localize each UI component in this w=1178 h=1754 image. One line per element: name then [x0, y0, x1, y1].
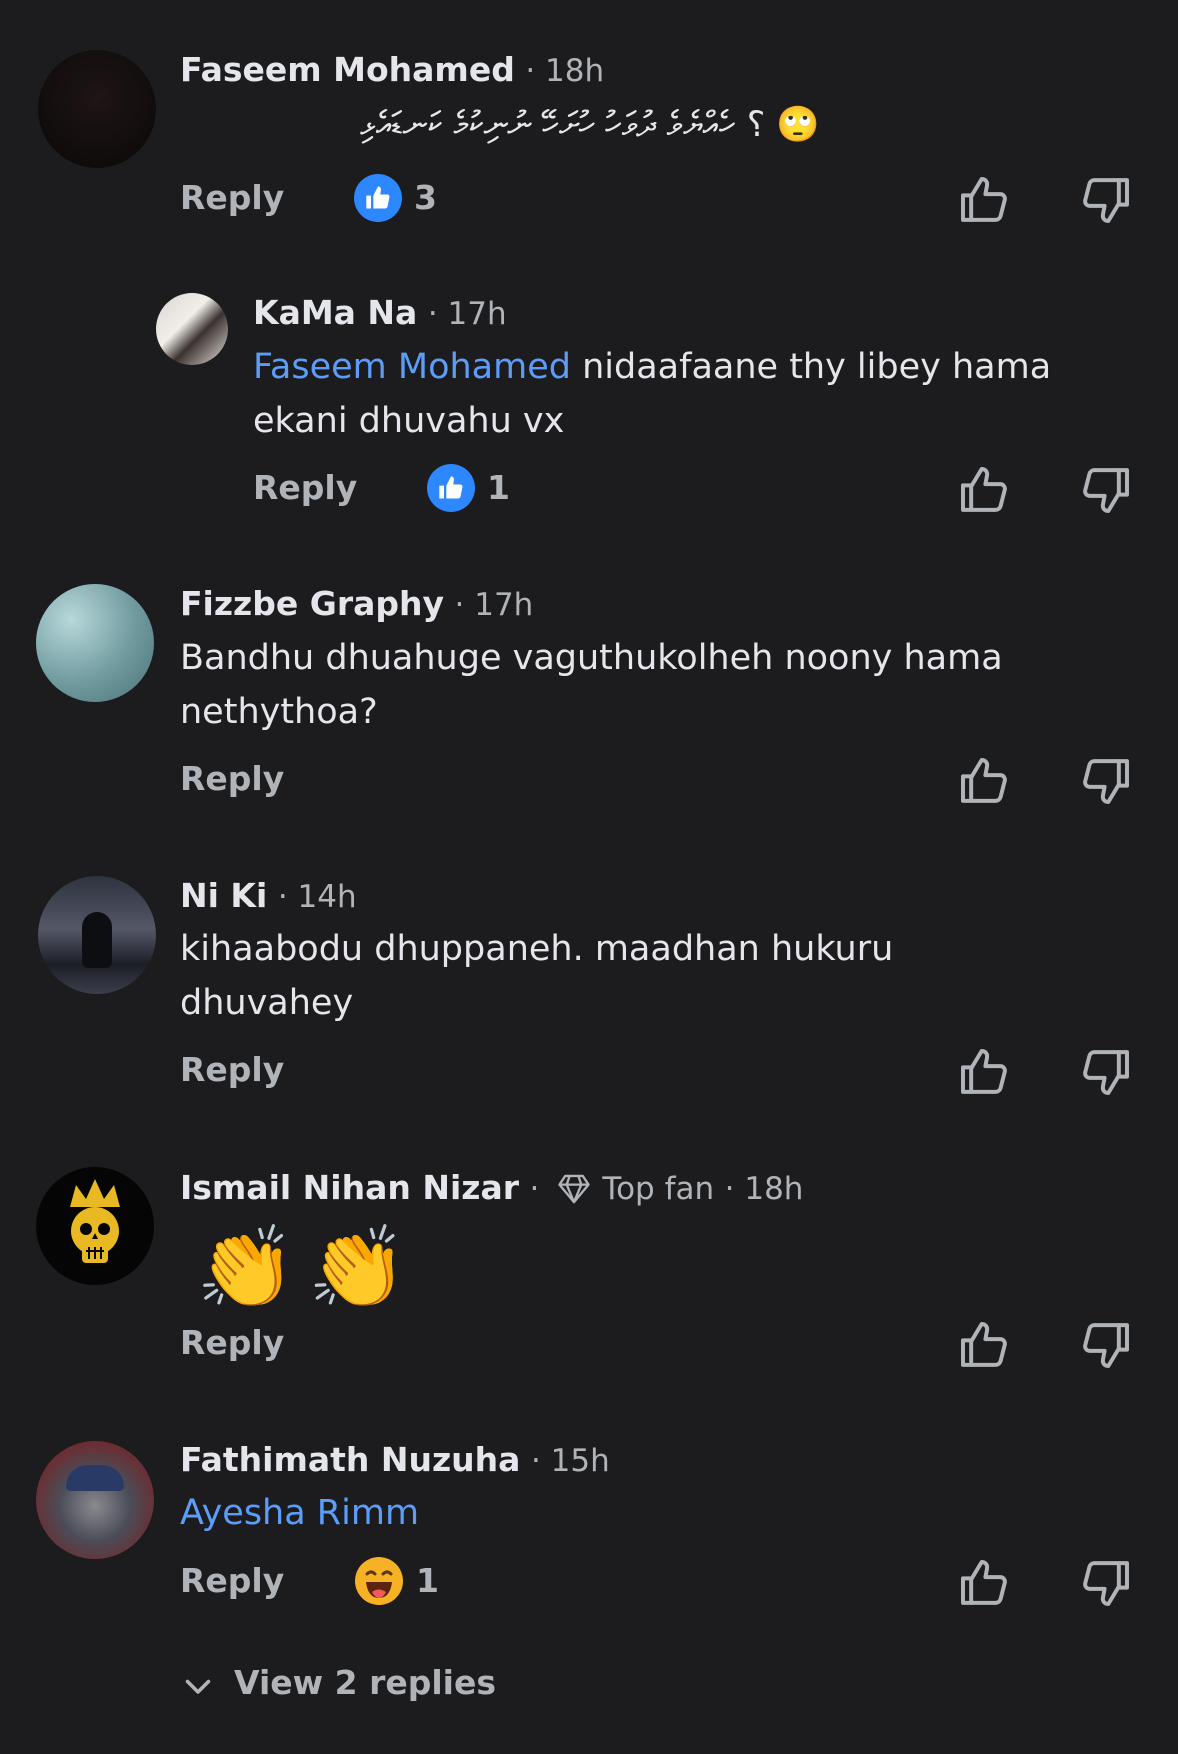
- thumbs-down-icon[interactable]: [1078, 1555, 1134, 1611]
- comment-author[interactable]: Fathimath Nuzuha: [180, 1440, 520, 1479]
- thumbs-down-icon[interactable]: [1078, 753, 1134, 809]
- like-reaction-icon: [354, 174, 402, 222]
- clapping-hands-emoji: 👏: [196, 1221, 296, 1314]
- avatar[interactable]: [36, 584, 154, 702]
- thumbs-up-icon[interactable]: [956, 172, 1012, 228]
- top-fan-badge: Top fan: [602, 1171, 715, 1207]
- comment-time: · 18h: [525, 53, 605, 89]
- thumbs-down-icon[interactable]: [1078, 172, 1134, 228]
- avatar[interactable]: [36, 1167, 154, 1285]
- avatar[interactable]: [36, 1441, 154, 1559]
- avatar-figure: [82, 912, 112, 968]
- comment-time: · 17h: [454, 587, 534, 623]
- comment-text: Bandhu dhuahuge vaguthukolheh noony hama…: [180, 638, 1003, 732]
- comment-time: · 15h: [530, 1443, 610, 1479]
- comment-author[interactable]: Faseem Mohamed: [180, 50, 515, 89]
- comment-time: · 18h: [724, 1171, 804, 1207]
- avatar-hat: [66, 1465, 124, 1491]
- thumbs-up-icon[interactable]: [956, 1555, 1012, 1611]
- reaction-count: 3: [414, 178, 437, 217]
- reaction-count: 1: [487, 468, 510, 507]
- thumbs-down-icon[interactable]: [1078, 1317, 1134, 1373]
- avatar[interactable]: [38, 876, 156, 994]
- mention-link[interactable]: Ayesha Rimm: [180, 1493, 419, 1533]
- view-replies-button[interactable]: View 2 replies: [180, 1655, 496, 1711]
- comment-text: 🙄 ؟ ހެއްޔެވެ ދުވަހު ހުށަހޭ ނުނިކުމެ ކަނޑ…: [360, 105, 820, 145]
- reply-button[interactable]: Reply: [180, 170, 284, 226]
- comment-author[interactable]: KaMa Na: [253, 293, 417, 332]
- reaction-count: 1: [416, 1561, 439, 1600]
- reply-button[interactable]: Reply: [180, 1553, 284, 1609]
- separator: ·: [529, 1171, 540, 1207]
- reply-button[interactable]: Reply: [180, 1042, 284, 1098]
- skull-crown-icon: [70, 1179, 120, 1263]
- comment-author[interactable]: Ni Ki: [180, 876, 267, 915]
- avatar[interactable]: [38, 50, 156, 168]
- thumbs-up-icon[interactable]: [956, 753, 1012, 809]
- diamond-icon: [556, 1173, 592, 1214]
- mention-link[interactable]: Faseem Mohamed: [253, 347, 571, 387]
- thumbs-down-icon[interactable]: [1078, 462, 1134, 518]
- thumbs-down-icon[interactable]: [1078, 1044, 1134, 1100]
- clapping-hands-emoji: 👏: [307, 1221, 408, 1314]
- comment-text: kihaabodu dhuppaneh. maadhan hukuru dhuv…: [180, 929, 894, 1023]
- thumbs-up-icon[interactable]: [956, 1044, 1012, 1100]
- comment-time: · 17h: [427, 296, 507, 332]
- view-replies-label: View 2 replies: [234, 1663, 497, 1702]
- thumbs-up-icon[interactable]: [956, 1317, 1012, 1373]
- chevron-down-icon: [180, 1665, 216, 1701]
- haha-reaction-icon: [355, 1557, 403, 1605]
- reaction-summary[interactable]: 3: [354, 174, 437, 222]
- avatar[interactable]: [156, 293, 228, 365]
- reply-button[interactable]: Reply: [253, 460, 357, 516]
- comment-time: · 14h: [277, 879, 357, 915]
- reply-button[interactable]: Reply: [180, 1315, 284, 1371]
- reply-button[interactable]: Reply: [180, 751, 284, 807]
- comment-author[interactable]: Fizzbe Graphy: [180, 584, 444, 623]
- thumbs-up-icon[interactable]: [956, 462, 1012, 518]
- like-reaction-icon: [427, 464, 475, 512]
- reaction-summary[interactable]: 1: [427, 464, 510, 512]
- comment-author[interactable]: Ismail Nihan Nizar: [180, 1168, 519, 1207]
- reaction-summary[interactable]: 1: [354, 1557, 439, 1605]
